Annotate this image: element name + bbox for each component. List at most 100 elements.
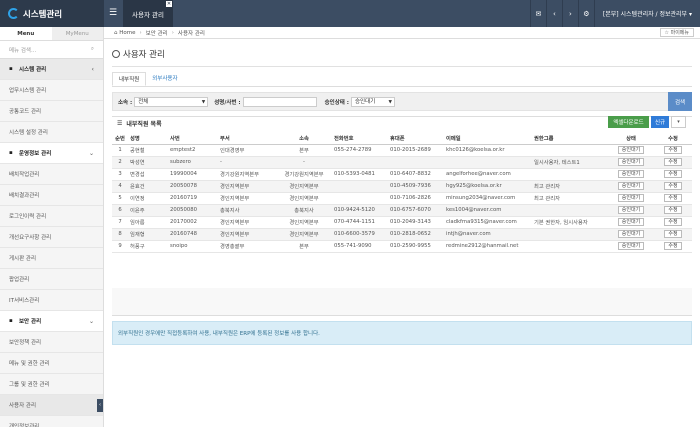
column-header[interactable]: 이메일: [444, 132, 532, 145]
approve-pending-button[interactable]: 승인대기: [617, 146, 645, 154]
table-row[interactable]: 6 이윤주 20050080 총북지사 총북지사 010-9424-5120 010-675…: [112, 204, 692, 217]
sidebar-item[interactable]: 업무시스템 관리: [0, 80, 103, 101]
table-cell: 공현철: [128, 144, 168, 157]
sidebar-item[interactable]: 로그인이력 관리: [0, 206, 103, 227]
table-cell: [332, 192, 388, 205]
table-cell: hgy925@koelsa.or.kr: [444, 180, 532, 193]
sidebar-item[interactable]: 게시판 관리: [0, 248, 103, 269]
table-cell: redmine2912@hanmail.net: [444, 240, 532, 253]
table-row[interactable]: 9 허풍구 snoipo 경영총괄부 본부 055-741-9090 010-2590-99…: [112, 240, 692, 253]
table-row[interactable]: 3 변경섭 19990004 경기강원지역본부 경기강원지역본부 010-5393-048…: [112, 168, 692, 181]
column-header[interactable]: 휴대폰: [388, 132, 444, 145]
tab-internal-staff[interactable]: 내부직원: [112, 72, 147, 86]
new-button[interactable]: 신규: [651, 116, 669, 128]
approve-pending-button[interactable]: 승인대기: [617, 242, 645, 250]
user-menu[interactable]: [본부] 시스템관리자 / 정보관리부 ▾: [593, 0, 700, 27]
chevron-down-icon[interactable]: ▾: [671, 116, 686, 128]
tab-user-management[interactable]: 사용자 관리 ✕: [123, 0, 173, 27]
chevron-right-icon[interactable]: ›: [561, 0, 578, 27]
logo[interactable]: 시스템관리: [0, 0, 104, 27]
column-header[interactable]: 순번: [112, 132, 128, 145]
search-icon[interactable]: ⌕: [91, 46, 94, 53]
table-cell: 일시사용자, 테스트1: [532, 156, 608, 169]
sidebar-item[interactable]: ▪ 시스템 관리 ‹: [0, 59, 103, 80]
sidebar-item[interactable]: 메뉴 및 권한 관리: [0, 353, 103, 374]
approve-pending-button[interactable]: 승인대기: [617, 158, 645, 166]
hamburger-menu-icon[interactable]: ☰: [109, 8, 119, 18]
column-header[interactable]: 전화번호: [332, 132, 388, 145]
mail-icon[interactable]: ✉: [529, 0, 546, 27]
tab-mymenu[interactable]: MyMenu: [51, 27, 103, 40]
sidebar-item[interactable]: 그룹 및 권한 관리: [0, 374, 103, 395]
column-header[interactable]: 권한그룹: [532, 132, 608, 145]
sidebar-item[interactable]: 개인정보관리: [0, 416, 103, 427]
approve-pending-button[interactable]: 승인대기: [617, 194, 645, 202]
column-header[interactable]: 수정: [654, 132, 692, 145]
sidebar-item[interactable]: IT서비스관리: [0, 290, 103, 311]
sidebar-item[interactable]: 공통코드 관리: [0, 101, 103, 122]
approve-pending-button[interactable]: 승인대기: [617, 206, 645, 214]
sidebar-item[interactable]: 개선요구사항 관리: [0, 227, 103, 248]
table-cell: 20170002: [168, 216, 218, 229]
home-icon[interactable]: ⌂: [114, 30, 118, 36]
column-header[interactable]: 성명: [128, 132, 168, 145]
tab-external-users[interactable]: 외부사용자: [146, 72, 183, 86]
breadcrumb-home[interactable]: Home: [119, 30, 135, 36]
org-label: 소속 :: [118, 99, 133, 106]
tab-menu[interactable]: Menu: [0, 27, 52, 40]
approve-pending-button[interactable]: 승인대기: [617, 230, 645, 238]
chevron-left-icon[interactable]: ‹: [545, 0, 562, 27]
edit-button[interactable]: 수정: [664, 158, 682, 166]
favorite-button[interactable]: ☆ 마이메뉴: [659, 28, 694, 37]
table-cell: 4: [112, 180, 128, 193]
edit-button[interactable]: 수정: [664, 218, 682, 226]
table-cell: 010-6407-8832: [388, 168, 444, 181]
sidebar-item[interactable]: 사용자 관리 ‹: [0, 395, 103, 416]
table-cell: 수정: [654, 204, 692, 217]
sidebar-item[interactable]: 배치작업관리: [0, 164, 103, 185]
sidebar-item[interactable]: 보안정책 관리: [0, 332, 103, 353]
edit-button[interactable]: 수정: [664, 230, 682, 238]
table-cell: 3: [112, 168, 128, 181]
sidebar-item[interactable]: ▪ 운영정보 관리 ⌄: [0, 143, 103, 164]
edit-button[interactable]: 수정: [664, 182, 682, 190]
approve-pending-button[interactable]: 승인대기: [617, 218, 645, 226]
table-row[interactable]: 5 이연정 20160719 경인지역본부 경인지역본부 010-7106-2826 min…: [112, 192, 692, 205]
table-cell: 허풍구: [128, 240, 168, 253]
column-header[interactable]: 상태: [608, 132, 654, 145]
sidebar-item[interactable]: 배치결과관리: [0, 185, 103, 206]
table-cell: 이연정: [128, 192, 168, 205]
edit-button[interactable]: 수정: [664, 146, 682, 154]
breadcrumb-level1[interactable]: 보안 관리: [146, 29, 168, 37]
table-row[interactable]: 7 임아름 20170002 경인지역본부 경인지역본부 070-4744-1151 010…: [112, 216, 692, 229]
sidebar-item[interactable]: 시스템 설정 관리: [0, 122, 103, 143]
approve-pending-button[interactable]: 승인대기: [617, 182, 645, 190]
column-header[interactable]: 부서: [218, 132, 276, 145]
sidebar-item-label: 로그인이력 관리: [9, 214, 47, 220]
close-icon[interactable]: ✕: [166, 1, 172, 7]
gear-icon[interactable]: ⚙: [577, 0, 594, 27]
table-row[interactable]: 4 윤효건 20050078 경인지역본부 경인지역본부 010-4509-7936 hgy…: [112, 180, 692, 193]
edit-button[interactable]: 수정: [664, 194, 682, 202]
column-header[interactable]: 사번: [168, 132, 218, 145]
sidebar-item[interactable]: 팝업관리: [0, 269, 103, 290]
table-row[interactable]: 8 임재형 20160748 경인지역본부 경인지역본부 010-6600-3579 010…: [112, 228, 692, 241]
table-row[interactable]: 2 박성연 subzero - - 일시사용자, 테스트1 승인대기 수정: [112, 156, 692, 169]
table-cell: subzero: [168, 156, 218, 169]
table-row[interactable]: 1 공현철 emptest2 인대경영부 본부 055-274-2789 010-2015-…: [112, 144, 692, 157]
breadcrumb: ⌂ Home › 보안 관리 › 사용자 관리 ☆ 마이메뉴: [104, 27, 700, 39]
edit-button[interactable]: 수정: [664, 206, 682, 214]
column-header[interactable]: 소속: [276, 132, 332, 145]
search-button[interactable]: 검색: [668, 92, 692, 111]
table-cell: 경인지역본부: [276, 192, 332, 205]
org-select[interactable]: 전체 ▼: [134, 96, 209, 107]
name-input[interactable]: [242, 96, 317, 107]
menu-search-input[interactable]: 메뉴 검색... ⌕: [0, 41, 103, 59]
approve-pending-button[interactable]: 승인대기: [617, 170, 645, 178]
sidebar-item[interactable]: ▪ 보안 관리 ⌄: [0, 311, 103, 332]
excel-download-button[interactable]: 엑셀다운로드: [608, 116, 649, 128]
edit-button[interactable]: 수정: [664, 242, 682, 250]
edit-button[interactable]: 수정: [664, 170, 682, 178]
status-select[interactable]: 승인대기 ▼: [350, 96, 395, 107]
table-cell: 수정: [654, 180, 692, 193]
